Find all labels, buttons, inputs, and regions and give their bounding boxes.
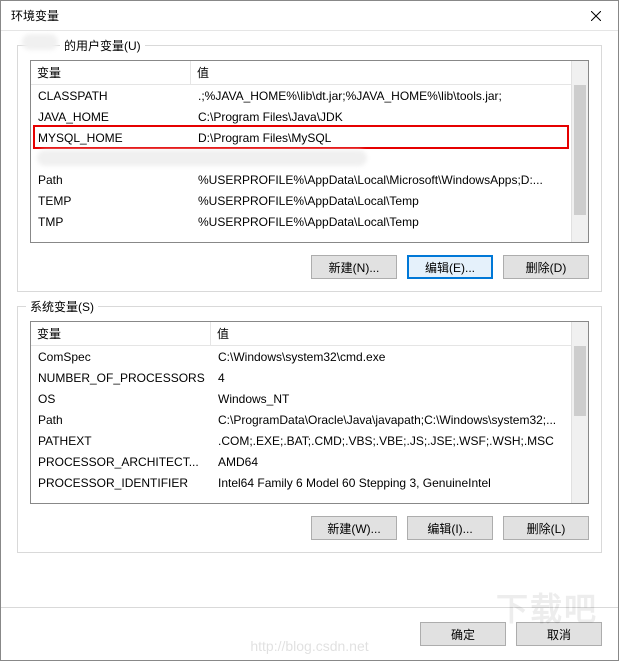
dialog-content: 的用户变量(U) 变量 值 CLASSPATH.;%JAVA_HOME%\lib… bbox=[1, 31, 618, 607]
titlebar: 环境变量 bbox=[1, 1, 618, 31]
system-vars-group: 系统变量(S) 变量 值 ComSpecC:\Windows\system32\… bbox=[17, 306, 602, 553]
table-row[interactable]: Path%USERPROFILE%\AppData\Local\Microsof… bbox=[31, 169, 588, 190]
scrollbar[interactable] bbox=[571, 322, 588, 503]
user-vars-label: 的用户变量(U) bbox=[60, 37, 145, 54]
cell-value: Intel64 Family 6 Model 60 Stepping 3, Ge… bbox=[215, 476, 575, 490]
cell-name: Path bbox=[35, 413, 215, 427]
system-button-row: 新建(W)... 编辑(I)... 删除(L) bbox=[30, 516, 589, 540]
cell-value: %USERPROFILE%\AppData\Local\Temp bbox=[195, 194, 575, 208]
close-icon bbox=[591, 11, 601, 21]
table-row[interactable]: PROCESSOR_IDENTIFIERIntel64 Family 6 Mod… bbox=[31, 472, 588, 493]
system-edit-button[interactable]: 编辑(I)... bbox=[407, 516, 493, 540]
table-row[interactable]: TEMP%USERPROFILE%\AppData\Local\Temp bbox=[31, 190, 588, 211]
table-row[interactable]: CLASSPATH.;%JAVA_HOME%\lib\dt.jar;%JAVA_… bbox=[31, 85, 588, 106]
table-row[interactable]: JAVA_HOMEC:\Program Files\Java\JDK bbox=[31, 106, 588, 127]
table-row[interactable]: PROCESSOR_ARCHITECT...AMD64 bbox=[31, 451, 588, 472]
dialog-bottom-bar: 确定 取消 bbox=[1, 607, 618, 660]
scroll-thumb[interactable] bbox=[574, 85, 586, 215]
system-delete-button[interactable]: 删除(L) bbox=[503, 516, 589, 540]
col-header-name[interactable]: 变量 bbox=[31, 61, 191, 84]
cancel-button[interactable]: 取消 bbox=[516, 622, 602, 646]
blurred-username bbox=[22, 34, 58, 50]
cell-value: %USERPROFILE%\AppData\Local\Temp bbox=[195, 215, 575, 229]
cell-value: D:\Program Files\MySQL bbox=[195, 131, 575, 145]
system-vars-list[interactable]: 变量 值 ComSpecC:\Windows\system32\cmd.exeN… bbox=[30, 321, 589, 504]
cell-name: PROCESSOR_ARCHITECT... bbox=[35, 455, 215, 469]
cell-name: JAVA_HOME bbox=[35, 110, 195, 124]
scrollbar[interactable] bbox=[571, 61, 588, 242]
list-header: 变量 值 bbox=[31, 322, 588, 346]
cell-value: %USERPROFILE%\AppData\Local\Microsoft\Wi… bbox=[195, 173, 575, 187]
cell-name: TMP bbox=[35, 215, 195, 229]
cell-value: Windows_NT bbox=[215, 392, 575, 406]
cell-value: C:\Program Files\Java\JDK bbox=[195, 110, 575, 124]
table-row[interactable]: OSWindows_NT bbox=[31, 388, 588, 409]
table-row[interactable]: ComSpecC:\Windows\system32\cmd.exe bbox=[31, 346, 588, 367]
cell-value: C:\Windows\system32\cmd.exe bbox=[215, 350, 575, 364]
cell-name: Path bbox=[35, 173, 195, 187]
table-row[interactable]: TMP%USERPROFILE%\AppData\Local\Temp bbox=[31, 211, 588, 232]
user-delete-button[interactable]: 删除(D) bbox=[503, 255, 589, 279]
cell-name: PATHEXT bbox=[35, 434, 215, 448]
list-header: 变量 值 bbox=[31, 61, 588, 85]
cell-name: MYSQL_HOME bbox=[35, 131, 195, 145]
cell-value: AMD64 bbox=[215, 455, 575, 469]
user-vars-list[interactable]: 变量 值 CLASSPATH.;%JAVA_HOME%\lib\dt.jar;%… bbox=[30, 60, 589, 243]
blurred-row bbox=[37, 150, 367, 166]
cell-value: .;%JAVA_HOME%\lib\dt.jar;%JAVA_HOME%\lib… bbox=[195, 89, 575, 103]
col-header-value[interactable]: 值 bbox=[211, 322, 588, 345]
window-title: 环境变量 bbox=[11, 7, 573, 24]
col-header-value[interactable]: 值 bbox=[191, 61, 588, 84]
user-new-button[interactable]: 新建(N)... bbox=[311, 255, 397, 279]
table-row[interactable]: PATHEXT.COM;.EXE;.BAT;.CMD;.VBS;.VBE;.JS… bbox=[31, 430, 588, 451]
close-button[interactable] bbox=[573, 1, 618, 31]
system-vars-label: 系统变量(S) bbox=[26, 298, 98, 315]
list-body: ComSpecC:\Windows\system32\cmd.exeNUMBER… bbox=[31, 346, 588, 493]
table-row[interactable]: NUMBER_OF_PROCESSORS4 bbox=[31, 367, 588, 388]
user-edit-button[interactable]: 编辑(E)... bbox=[407, 255, 493, 279]
cell-name: CLASSPATH bbox=[35, 89, 195, 103]
cell-name: TEMP bbox=[35, 194, 195, 208]
cell-name: PROCESSOR_IDENTIFIER bbox=[35, 476, 215, 490]
cell-value: 4 bbox=[215, 371, 575, 385]
ok-button[interactable]: 确定 bbox=[420, 622, 506, 646]
system-new-button[interactable]: 新建(W)... bbox=[311, 516, 397, 540]
env-vars-dialog: 环境变量 的用户变量(U) 变量 值 CLASSPATH.;%JAVA_HOME… bbox=[0, 0, 619, 661]
table-row[interactable]: MYSQL_HOMED:\Program Files\MySQL bbox=[31, 127, 588, 148]
user-vars-group: 的用户变量(U) 变量 值 CLASSPATH.;%JAVA_HOME%\lib… bbox=[17, 45, 602, 292]
cell-value: .COM;.EXE;.BAT;.CMD;.VBS;.VBE;.JS;.JSE;.… bbox=[215, 434, 575, 448]
cell-name: OS bbox=[35, 392, 215, 406]
cell-value: C:\ProgramData\Oracle\Java\javapath;C:\W… bbox=[215, 413, 575, 427]
user-button-row: 新建(N)... 编辑(E)... 删除(D) bbox=[30, 255, 589, 279]
cell-name: ComSpec bbox=[35, 350, 215, 364]
table-row[interactable]: PathC:\ProgramData\Oracle\Java\javapath;… bbox=[31, 409, 588, 430]
scroll-thumb[interactable] bbox=[574, 346, 586, 416]
cell-name: NUMBER_OF_PROCESSORS bbox=[35, 371, 215, 385]
col-header-name[interactable]: 变量 bbox=[31, 322, 211, 345]
